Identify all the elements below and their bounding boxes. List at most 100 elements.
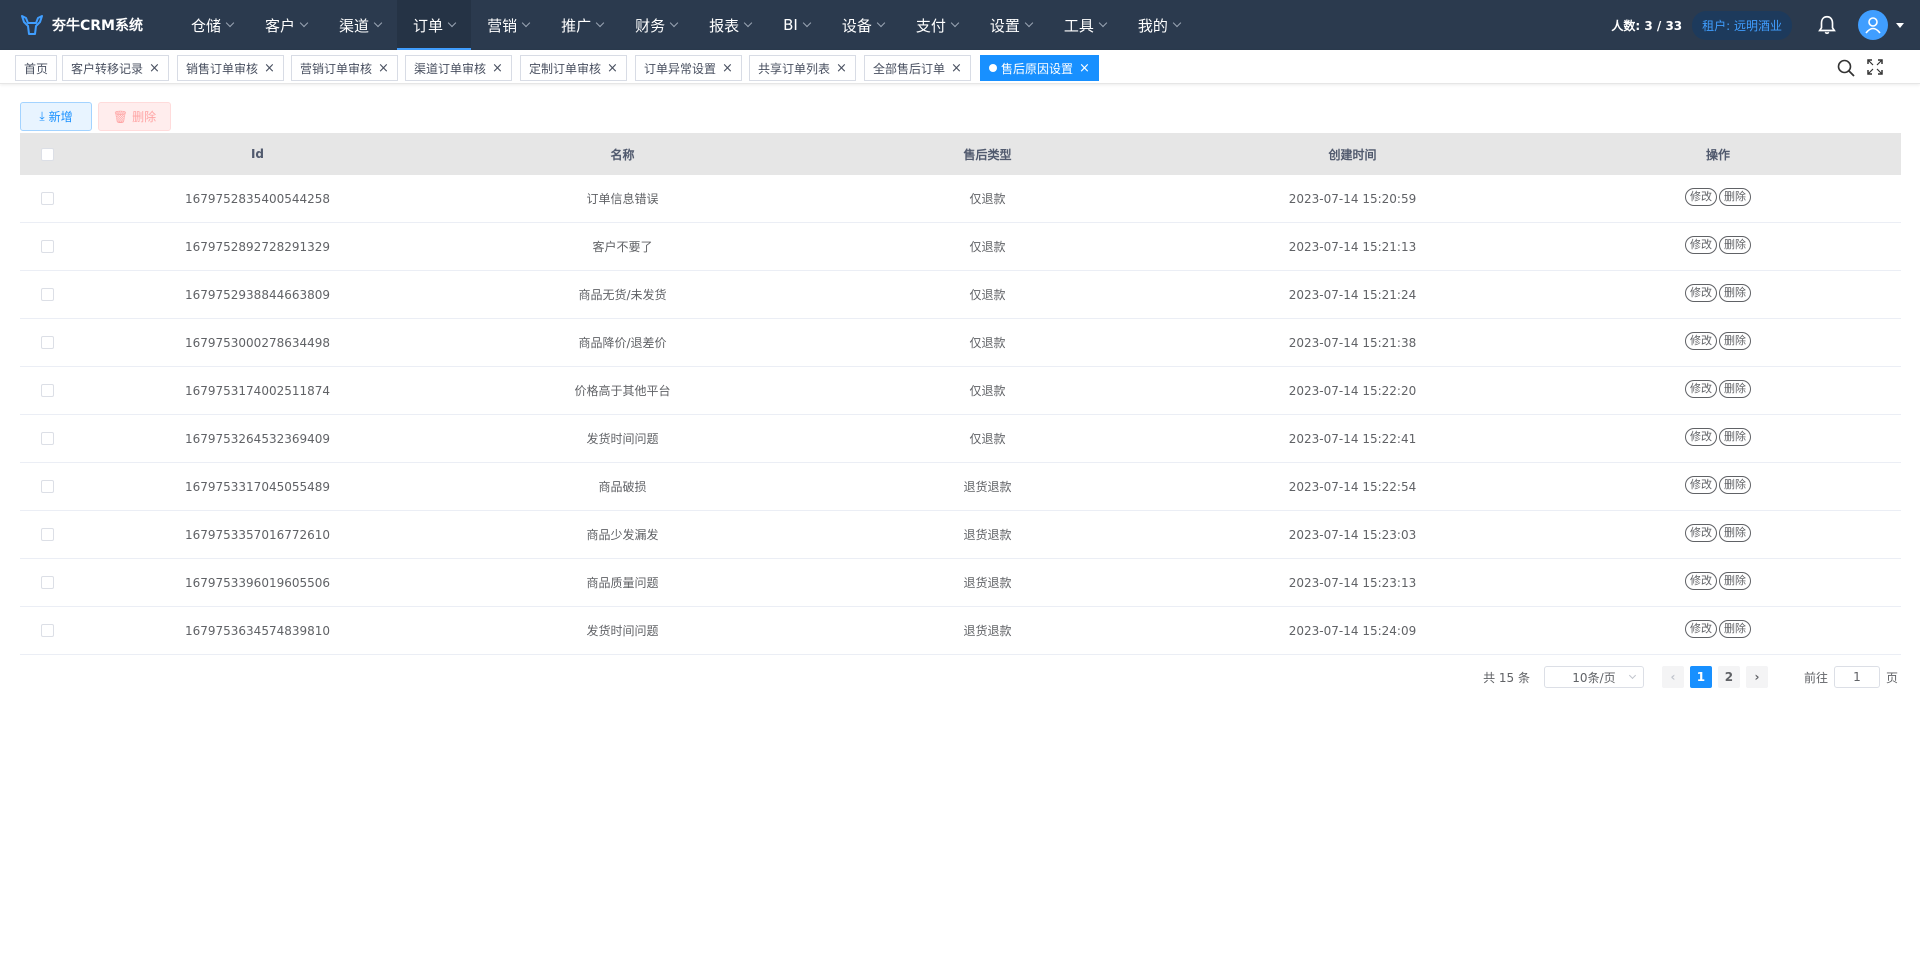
menu-item-10[interactable]: 支付 [900,0,974,50]
row-checkbox[interactable] [41,480,54,493]
edit-button[interactable]: 修改 [1685,235,1717,254]
tab-0[interactable]: 首页 [15,55,58,81]
tab-2[interactable]: 销售订单审核 × [177,55,284,81]
chevron-down-icon [1628,671,1637,680]
edit-button[interactable]: 修改 [1685,475,1717,494]
row-delete-button[interactable]: 删除 [1719,187,1751,206]
chevron-down-icon [447,18,457,28]
edit-button[interactable]: 修改 [1685,379,1717,398]
tab-9[interactable]: 售后原因设置 × [980,55,1099,81]
table-row: 1679753000278634498 商品降价/退差价 仅退款 2023-07-14… [20,319,1901,367]
tab-4[interactable]: 渠道订单审核 × [405,55,512,81]
tab-3[interactable]: 营销订单审核 × [291,55,398,81]
row-checkbox[interactable] [41,192,54,205]
chevron-down-icon [225,18,235,28]
close-icon[interactable]: × [264,61,275,76]
add-button[interactable]: ⤓ 新增 [20,102,92,131]
row-delete-button[interactable]: 删除 [1719,427,1751,446]
tenant-badge[interactable]: 租户: 远明酒业 [1692,10,1792,40]
goto-page-input[interactable] [1833,666,1880,688]
tab-6[interactable]: 订单异常设置 × [635,55,742,81]
table-row: 1679752938844663809 商品无货/未发货 仅退款 2023-07-14… [20,271,1901,319]
tab-5[interactable]: 定制订单审核 × [520,55,627,81]
cell-name: 商品降价/退差价 [578,336,667,350]
edit-button[interactable]: 修改 [1685,523,1717,542]
row-delete-button[interactable]: 删除 [1719,523,1751,542]
menu-item-label: 仓储 [191,16,222,35]
column-header-type[interactable]: 售后类型 [805,146,1170,163]
close-icon[interactable]: × [149,61,160,76]
column-header-created[interactable]: 创建时间 [1170,146,1535,163]
row-delete-button[interactable]: 删除 [1719,475,1751,494]
row-checkbox[interactable] [41,384,54,397]
table-row: 1679753317045055489 商品破损 退货退款 2023-07-14 15… [20,463,1901,511]
edit-button[interactable]: 修改 [1685,427,1717,446]
tab-8[interactable]: 全部售后订单 × [864,55,971,81]
row-checkbox[interactable] [41,240,54,253]
close-icon[interactable]: × [607,61,618,76]
column-header-id[interactable]: Id [75,147,440,161]
page-size-select[interactable]: 10条/页 [1543,666,1644,688]
bell-icon[interactable] [1816,14,1838,36]
prev-page-button[interactable]: ‹ [1661,666,1684,688]
close-icon[interactable]: × [1079,61,1090,76]
chevron-down-icon [876,18,886,28]
row-checkbox[interactable] [41,528,54,541]
chevron-down-icon [1024,18,1034,28]
search-icon[interactable] [1836,58,1856,78]
close-icon[interactable]: × [492,61,503,76]
menu-item-4[interactable]: 营销 [471,0,545,50]
menu-item-11[interactable]: 设置 [974,0,1048,50]
menu-item-3[interactable]: 订单 [397,0,472,50]
row-checkbox[interactable] [41,336,54,349]
delete-button[interactable]: 🗑 删除 [98,102,171,131]
menu-item-7[interactable]: 报表 [693,0,767,50]
fullscreen-icon[interactable] [1866,58,1884,76]
cell-name: 商品质量问题 [586,576,659,590]
menu-item-1[interactable]: 客户 [249,0,323,50]
menu-item-0[interactable]: 仓储 [175,0,249,50]
next-page-button[interactable]: › [1745,666,1768,688]
menu-item-2[interactable]: 渠道 [323,0,397,50]
row-checkbox[interactable] [41,576,54,589]
menu-item-9[interactable]: 设备 [826,0,900,50]
row-checkbox[interactable] [41,288,54,301]
close-icon[interactable]: × [951,61,962,76]
select-all-checkbox[interactable] [41,147,54,161]
row-delete-button[interactable]: 删除 [1719,331,1751,350]
menu-item-6[interactable]: 财务 [619,0,693,50]
edit-button[interactable]: 修改 [1685,619,1717,638]
cell-type: 退货退款 [963,576,1012,590]
row-delete-button[interactable]: 删除 [1719,571,1751,590]
row-delete-button[interactable]: 删除 [1719,283,1751,302]
menu-item-13[interactable]: 我的 [1122,0,1196,50]
tab-7[interactable]: 共享订单列表 × [749,55,856,81]
menu-item-5[interactable]: 推广 [545,0,619,50]
row-checkbox[interactable] [41,624,54,637]
close-icon[interactable]: × [378,61,389,76]
cell-created: 2023-07-14 15:20:59 [1288,191,1417,206]
menu-item-12[interactable]: 工具 [1048,0,1122,50]
cell-created: 2023-07-14 15:23:13 [1288,575,1417,590]
column-header-actions: 操作 [1705,147,1730,162]
edit-button[interactable]: 修改 [1685,331,1717,350]
edit-button[interactable]: 修改 [1685,571,1717,590]
edit-button[interactable]: 修改 [1685,283,1717,302]
cell-type: 退货退款 [963,480,1012,494]
close-icon[interactable]: × [722,61,733,76]
user-avatar-icon[interactable] [1858,10,1888,40]
tab-1[interactable]: 客户转移记录 × [62,55,169,81]
cell-type: 退货退款 [963,528,1012,542]
edit-button[interactable]: 修改 [1685,187,1717,206]
row-delete-button[interactable]: 删除 [1719,235,1751,254]
close-icon[interactable]: × [836,61,847,76]
page-1-button[interactable]: 1 [1689,666,1712,688]
row-delete-button[interactable]: 删除 [1719,379,1751,398]
page-2-button[interactable]: 2 [1717,666,1740,688]
caret-down-icon[interactable] [1896,22,1904,28]
menu-item-8[interactable]: BI [767,0,826,50]
app-logo[interactable]: 夯牛CRM系统 [0,13,175,37]
row-checkbox[interactable] [41,432,54,445]
row-delete-button[interactable]: 删除 [1719,619,1751,638]
column-header-name[interactable]: 名称 [440,146,805,163]
